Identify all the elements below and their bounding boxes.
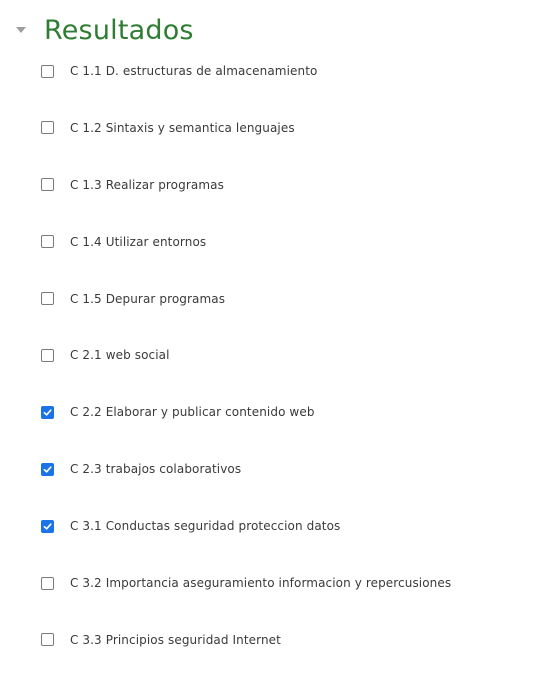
- checkbox-row[interactable]: C 1.1 D. estructuras de almacenamiento: [41, 56, 317, 86]
- checkbox-item: C 1.1 D. estructuras de almacenamiento: [41, 56, 451, 113]
- checkbox[interactable]: [41, 121, 54, 135]
- checkbox[interactable]: [41, 235, 54, 249]
- checkbox-item: C 1.2 Sintaxis y semantica lenguajes: [41, 113, 451, 170]
- checkbox-label: C 3.3 Principios seguridad Internet: [70, 632, 281, 647]
- checkbox[interactable]: [41, 576, 54, 590]
- checkbox-item: C 1.5 Depurar programas: [41, 284, 451, 341]
- checkbox-row[interactable]: C 1.5 Depurar programas: [41, 284, 225, 314]
- checkbox-item: C 1.3 Realizar programas: [41, 170, 451, 227]
- checkbox-label: C 2.3 trabajos colaborativos: [70, 462, 242, 477]
- checkbox[interactable]: [41, 405, 54, 419]
- checkbox[interactable]: [41, 292, 54, 306]
- checkbox-row[interactable]: C 2.2 Elaborar y publicar contenido web: [41, 397, 315, 427]
- checkbox-label: C 1.4 Utilizar entornos: [70, 234, 207, 249]
- checkbox-row[interactable]: C 1.4 Utilizar entornos: [41, 227, 206, 257]
- checkbox-label: C 1.3 Realizar programas: [70, 177, 224, 192]
- checkbox-row[interactable]: C 3.3 Principios seguridad Internet: [41, 625, 281, 655]
- checkbox-item: C 3.2 Importancia aseguramiento informac…: [41, 568, 451, 625]
- checkbox-item: C 2.1 web social: [41, 340, 451, 397]
- checkbox-row[interactable]: C 2.3 trabajos colaborativos: [41, 454, 241, 484]
- checkbox-label: C 1.2 Sintaxis y semantica lenguajes: [70, 120, 295, 135]
- checkbox-row[interactable]: C 3.2 Importancia aseguramiento informac…: [41, 568, 451, 598]
- checkbox-label: C 3.2 Importancia aseguramiento informac…: [70, 576, 452, 591]
- section-header: Resultados: [12, 10, 194, 50]
- checkbox-list: C 1.1 D. estructuras de almacenamiento C…: [41, 56, 451, 682]
- checkbox[interactable]: [41, 178, 54, 192]
- checkbox[interactable]: [41, 462, 54, 476]
- checkbox[interactable]: [41, 519, 54, 533]
- checkbox-item: C 2.3 trabajos colaborativos: [41, 454, 451, 511]
- checkbox[interactable]: [41, 64, 54, 78]
- checkbox-row[interactable]: C 2.1 web social: [41, 340, 170, 370]
- checkbox-label: C 2.2 Elaborar y publicar contenido web: [70, 405, 315, 420]
- checkbox-label: C 3.1 Conductas seguridad proteccion dat…: [70, 519, 341, 534]
- checkbox-label: C 1.1 D. estructuras de almacenamiento: [70, 64, 318, 78]
- checkbox-row[interactable]: C 1.3 Realizar programas: [41, 170, 224, 200]
- checkbox[interactable]: [41, 633, 54, 647]
- checkbox-label: C 2.1 web social: [70, 348, 170, 363]
- checkbox-item: C 3.3 Principios seguridad Internet: [41, 625, 451, 682]
- checkbox-item: C 1.4 Utilizar entornos: [41, 227, 451, 284]
- checkbox[interactable]: [41, 348, 54, 362]
- checkbox-row[interactable]: C 1.2 Sintaxis y semantica lenguajes: [41, 113, 295, 143]
- checkbox-row[interactable]: C 3.1 Conductas seguridad proteccion dat…: [41, 511, 340, 541]
- section-title: Resultados: [44, 14, 194, 46]
- caret-down-icon[interactable]: [12, 21, 30, 39]
- checkbox-item: C 3.1 Conductas seguridad proteccion dat…: [41, 511, 451, 568]
- checkbox-label: C 1.5 Depurar programas: [70, 291, 226, 306]
- checkbox-item: C 2.2 Elaborar y publicar contenido web: [41, 397, 451, 454]
